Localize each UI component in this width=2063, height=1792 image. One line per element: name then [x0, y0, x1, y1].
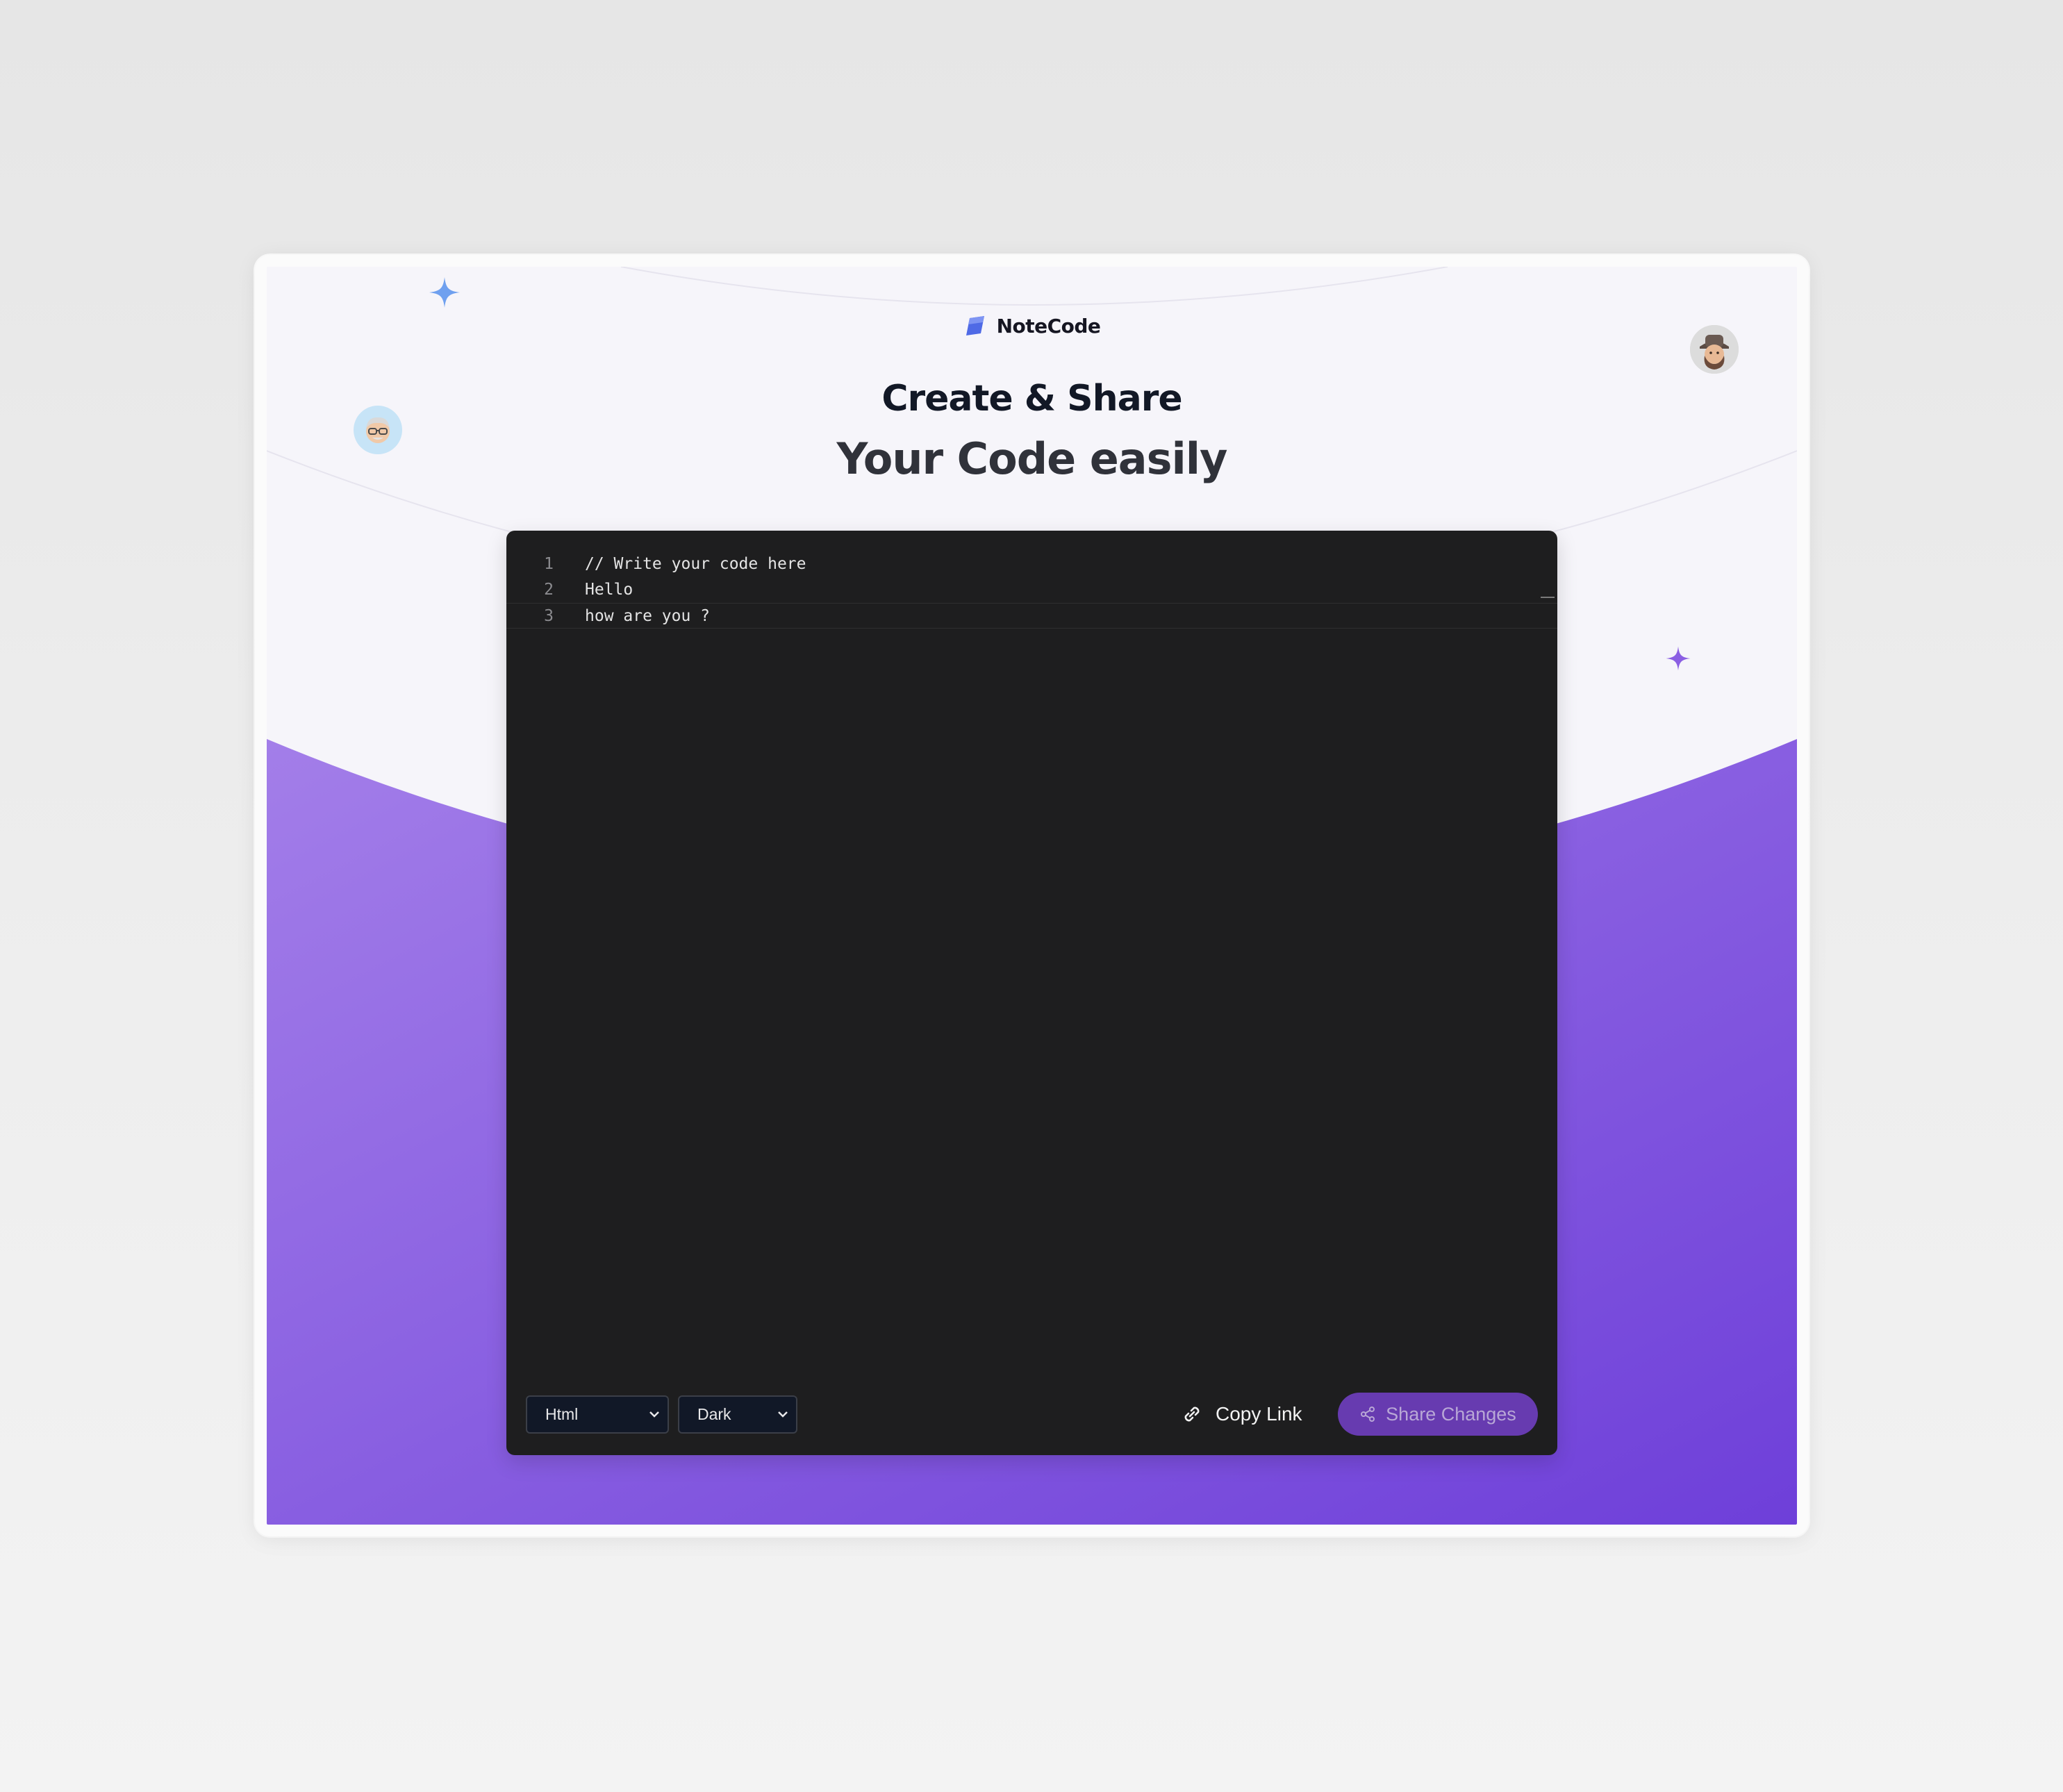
language-select[interactable]: Html [526, 1395, 669, 1434]
app-page: NoteCode Create & Share Your Code easily… [267, 267, 1797, 1525]
browser-window: NoteCode Create & Share Your Code easily… [255, 255, 1809, 1536]
share-icon [1361, 1407, 1375, 1422]
code-line[interactable]: 2 Hello [506, 577, 1557, 603]
brand[interactable]: NoteCode [267, 314, 1797, 338]
line-text[interactable]: Hello [585, 577, 633, 603]
chevron-down-icon [778, 1411, 788, 1418]
line-number: 2 [544, 581, 554, 599]
copy-link-label: Copy Link [1216, 1403, 1302, 1425]
brand-name: NoteCode [996, 314, 1101, 338]
link-icon [1184, 1407, 1200, 1422]
theme-select[interactable]: Dark [678, 1395, 797, 1434]
scrollbar-marker[interactable] [1541, 597, 1555, 598]
line-number: 1 [544, 555, 554, 573]
code-lines[interactable]: 1 // Write your code here 2 Hello 3 how … [506, 551, 1557, 629]
code-line[interactable]: 1 // Write your code here [506, 551, 1557, 577]
line-text[interactable]: how are you ? [585, 604, 710, 629]
sparkle-icon [1666, 646, 1691, 671]
editor-footer: Html Dark Copy Link Share Changes [526, 1393, 1538, 1436]
notecode-logo-icon [966, 316, 984, 335]
line-text[interactable]: // Write your code here [585, 551, 806, 577]
share-changes-label: Share Changes [1386, 1403, 1516, 1425]
code-line-active[interactable]: 3 how are you ? [506, 603, 1557, 629]
hero-title: Create & Share [881, 378, 1182, 420]
sparkle-icon [429, 277, 460, 308]
share-changes-button[interactable]: Share Changes [1338, 1393, 1538, 1436]
language-select-value: Html [545, 1405, 579, 1423]
hero-subtitle: Your Code easily [836, 433, 1228, 484]
line-number: 3 [544, 607, 554, 625]
code-editor[interactable]: 1 // Write your code here 2 Hello 3 how … [506, 531, 1557, 1455]
theme-select-value: Dark [697, 1405, 731, 1423]
copy-link-button[interactable]: Copy Link [1181, 1393, 1302, 1436]
chevron-down-icon [649, 1411, 659, 1418]
